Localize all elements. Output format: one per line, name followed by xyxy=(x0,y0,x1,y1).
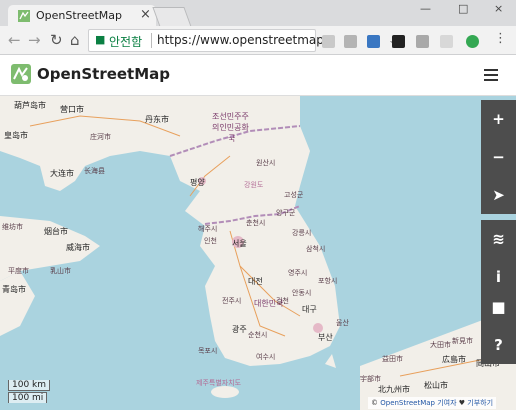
map-label: 순천시 xyxy=(248,331,268,339)
minimize-button[interactable]: — xyxy=(420,2,431,15)
heart-icon: ♥ xyxy=(458,399,466,407)
osm-favicon-icon xyxy=(18,10,30,22)
map-label: 포항시 xyxy=(318,277,338,285)
map-label: 조선민주주 xyxy=(212,112,249,121)
osm-header: OpenStreetMap xyxy=(0,55,516,96)
map-label: 국 xyxy=(228,134,236,143)
layers-button[interactable]: ≋ xyxy=(481,220,516,258)
browser-tab[interactable]: OpenStreetMap × xyxy=(8,5,156,26)
extension-icon[interactable] xyxy=(416,35,429,48)
map-viewport[interactable]: 葫芦岛市 营口市 丹东市 조선민주주 의인민공화 국 皇岛市 庄河市 大连市 长… xyxy=(0,96,516,410)
attribution-copyright: © xyxy=(371,399,378,407)
tab-title: OpenStreetMap xyxy=(36,9,123,22)
map-label: 김천 xyxy=(276,297,289,305)
map-label: 부산 xyxy=(318,333,333,342)
map-label: 维坊市 xyxy=(2,223,23,231)
map-label: 长海县 xyxy=(84,167,105,175)
map-label: 삼척시 xyxy=(306,245,326,253)
map-label: 인천 xyxy=(204,237,217,245)
home-icon[interactable]: ⌂ xyxy=(70,31,80,49)
donate-link[interactable]: 기부하기 xyxy=(467,399,493,407)
map-label: 강릉시 xyxy=(292,229,312,237)
app-title[interactable]: OpenStreetMap xyxy=(37,65,170,83)
extension-icon[interactable] xyxy=(466,35,479,48)
map-label: 北九州市 xyxy=(378,385,410,394)
attribution-osm-link[interactable]: OpenStreetMap xyxy=(380,399,435,407)
map-label: 威海市 xyxy=(66,243,90,252)
map-label: 皇岛市 xyxy=(4,131,28,140)
query-button[interactable]: ? xyxy=(481,326,516,364)
map-label: 목포시 xyxy=(198,347,218,355)
map-label: 해주시 xyxy=(198,225,218,233)
map-label: 안동시 xyxy=(292,289,312,297)
map-label: 의인민공화 xyxy=(212,123,249,132)
zoom-out-button[interactable]: − xyxy=(481,138,516,176)
lock-icon: ■ xyxy=(95,33,106,46)
map-label: 전주시 xyxy=(222,297,242,305)
tab-close-icon[interactable]: × xyxy=(140,7,151,22)
land-china-east xyxy=(0,271,35,336)
map-label: 제주특별자치도 xyxy=(196,379,242,387)
back-icon[interactable]: ← xyxy=(8,31,21,49)
browser-tab-strip: OpenStreetMap × — □ × xyxy=(0,0,516,27)
map-label: 원산시 xyxy=(256,159,276,167)
map-label: 대구 xyxy=(302,305,317,314)
map-label: 葫芦岛市 xyxy=(14,101,46,110)
map-label: 양구군 xyxy=(276,209,296,217)
map-label: 강원도 xyxy=(244,181,264,189)
map-label: 新見市 xyxy=(452,337,473,345)
locate-button[interactable]: ➤ xyxy=(481,176,516,214)
map-label: 춘천시 xyxy=(246,219,266,227)
close-window-button[interactable]: × xyxy=(494,2,503,15)
map-label: 영주시 xyxy=(288,269,308,277)
osm-logo-icon[interactable] xyxy=(11,64,31,84)
extension-icon[interactable] xyxy=(392,35,405,48)
map-label: 益田市 xyxy=(382,355,403,363)
scale-mi: 100 mi xyxy=(8,392,48,403)
map-label: 乳山市 xyxy=(50,267,71,275)
address-separator xyxy=(151,33,152,48)
forward-icon[interactable]: → xyxy=(28,31,41,49)
map-label: 大连市 xyxy=(50,169,74,178)
attribution-contributors-link[interactable]: 기여자 xyxy=(437,399,456,407)
map-label: 広島市 xyxy=(442,355,466,364)
chrome-menu-icon[interactable]: ⋮ xyxy=(494,31,507,46)
extension-icon[interactable] xyxy=(440,35,453,48)
map-label: 大田市 xyxy=(430,341,451,349)
map-label: 광주 xyxy=(232,325,247,334)
add-note-button[interactable]: ■ xyxy=(481,288,516,326)
secure-label: 안전함 xyxy=(109,35,143,49)
map-label: 평양 xyxy=(190,178,205,187)
map-label: 여수시 xyxy=(256,353,276,361)
zoom-controls: + − ➤ xyxy=(481,100,516,214)
maximize-button[interactable]: □ xyxy=(458,2,468,15)
map-label: 丹东市 xyxy=(145,115,169,124)
note-controls: ■ ? xyxy=(481,288,516,364)
reload-icon[interactable]: ↻ xyxy=(50,31,63,49)
map-label: 营口市 xyxy=(60,105,84,114)
extension-icon[interactable] xyxy=(367,35,380,48)
map-label: 대전 xyxy=(248,277,263,286)
browser-toolbar: ← → ↻ ⌂ ■ 안전함 https://www.openstreetmap.… xyxy=(0,26,516,55)
scale-km: 100 km xyxy=(8,380,51,391)
map-label: 青岛市 xyxy=(2,285,26,294)
map-label: 庄河市 xyxy=(90,133,111,141)
zoom-in-button[interactable]: + xyxy=(481,100,516,138)
new-tab-button[interactable] xyxy=(152,7,192,27)
map-label: 平度市 xyxy=(8,267,29,275)
map-label: 고성군 xyxy=(284,191,304,199)
extension-icon[interactable] xyxy=(344,35,357,48)
map-label: 宇部市 xyxy=(360,375,381,383)
hamburger-menu-icon[interactable] xyxy=(484,69,498,84)
map-canvas xyxy=(0,96,516,410)
address-bar[interactable]: ■ 안전함 https://www.openstreetmap... ☆ xyxy=(88,29,402,52)
map-label: 烟台市 xyxy=(44,227,68,236)
map-label: 松山市 xyxy=(424,381,448,390)
extension-icon[interactable] xyxy=(322,35,335,48)
map-label: 울산 xyxy=(336,319,349,327)
url-text: https://www.openstreetmap... xyxy=(157,33,336,47)
map-label: 서울 xyxy=(232,239,247,248)
land-tsushima xyxy=(325,354,336,368)
attribution: © OpenStreetMap 기여자 ♥ 기부하기 xyxy=(368,397,497,409)
